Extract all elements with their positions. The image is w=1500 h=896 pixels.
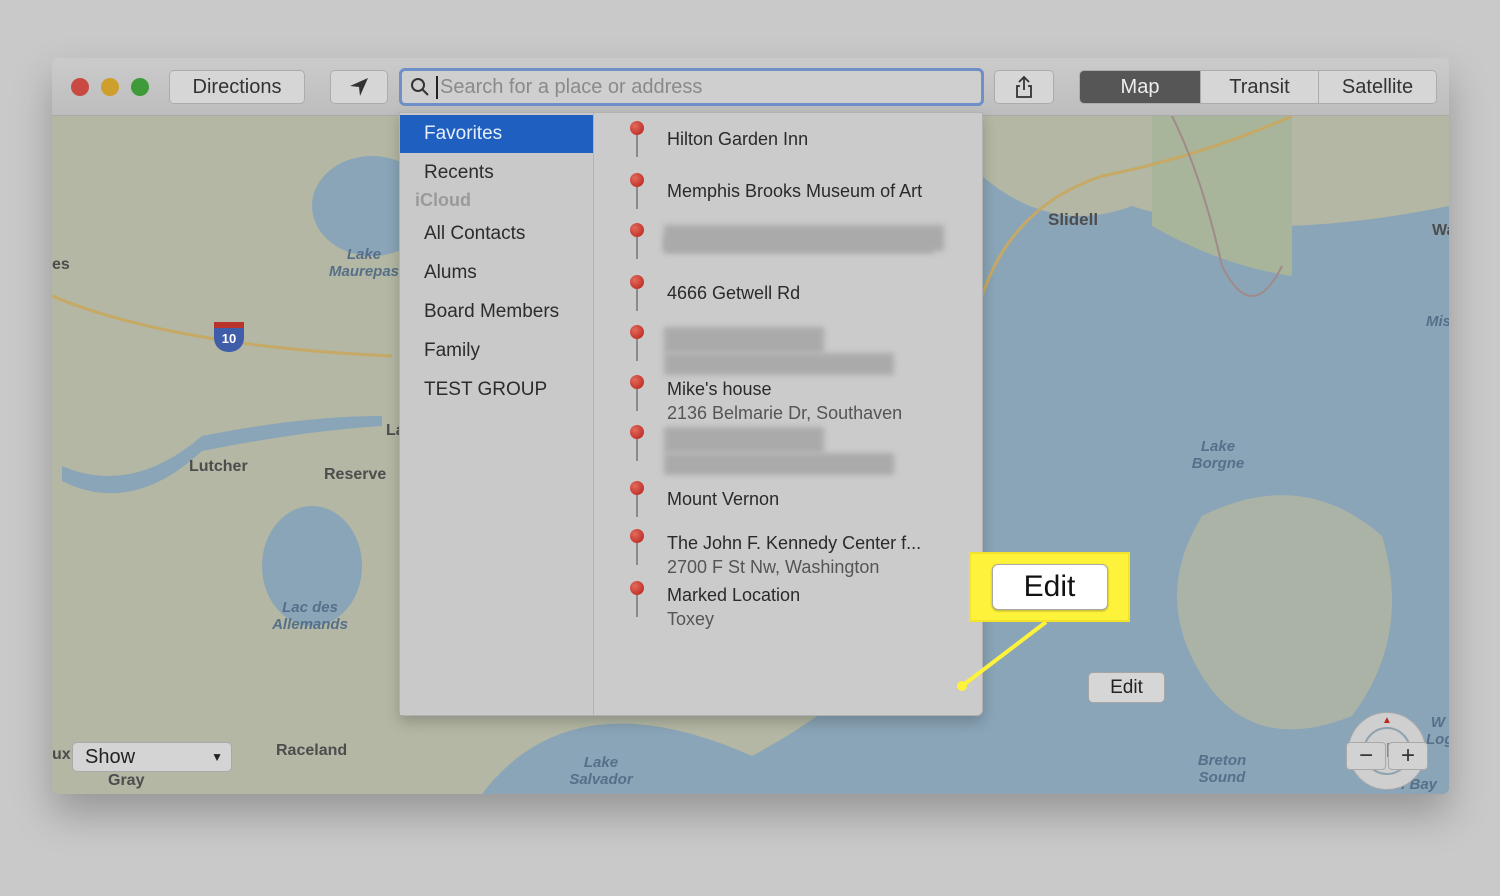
favorite-name: Memphis Brooks Museum of Art (667, 181, 923, 201)
place-label: Slidell (1048, 210, 1099, 229)
north-arrow-icon: ▲ (1382, 715, 1392, 726)
sidebar-item-family[interactable]: Family (400, 331, 593, 370)
sidebar-item-alums[interactable]: Alums (400, 253, 593, 292)
sidebar-item-board-members[interactable]: Board Members (400, 292, 593, 331)
favorite-name: Marked Location (667, 585, 801, 605)
search-field[interactable] (399, 68, 984, 106)
water-label: Lake Salvador (569, 754, 633, 788)
redacted-item (664, 353, 894, 375)
favorite-address: Toxey (667, 609, 715, 629)
search-input[interactable] (436, 75, 956, 99)
edit-callout: Edit (969, 552, 1130, 622)
sidebar-item-favorites[interactable]: Favorites (400, 115, 593, 153)
place-label: Lutcher (189, 458, 248, 475)
minimize-button[interactable] (101, 78, 119, 96)
tab-satellite[interactable]: Satellite (1318, 71, 1436, 103)
pin-icon (630, 121, 644, 157)
favorites-sidebar: Favorites Recents iCloud All Contacts Al… (400, 113, 594, 715)
place-label: Raceland (276, 742, 348, 759)
place-label: ux (52, 746, 71, 763)
share-icon (1016, 75, 1032, 98)
sidebar-item-test-group[interactable]: TEST GROUP (400, 370, 593, 409)
chevron-down-icon: ▼ (211, 750, 223, 764)
pin-icon (630, 425, 644, 461)
favorites-popover: Favorites Recents iCloud All Contacts Al… (399, 112, 1165, 716)
show-dropdown[interactable]: Show ▼ (72, 742, 232, 772)
share-button[interactable] (994, 70, 1054, 104)
favorite-name: The John F. Kennedy Center f... (667, 533, 922, 553)
favorites-list: Edit Hilton Garden Inn Memphis Brooks Mus… (594, 113, 1165, 715)
pin-icon (630, 375, 644, 411)
favorite-name: Hilton Garden Inn (667, 129, 809, 149)
search-icon (411, 78, 429, 96)
favorite-name: 4666 Getwell Rd (667, 283, 801, 303)
edit-button[interactable]: Edit (1088, 672, 1165, 703)
water-label: Lake Maurepas (328, 246, 400, 280)
place-label: Reserve (324, 466, 387, 483)
sidebar-item-all-contacts[interactable]: All Contacts (400, 214, 593, 253)
pin-icon (630, 223, 644, 259)
redacted-item (664, 427, 824, 453)
show-label: Show (85, 745, 136, 768)
tab-transit[interactable]: Transit (1200, 71, 1318, 103)
zoom-in-button[interactable]: + (1388, 742, 1428, 770)
zoom-button[interactable] (131, 78, 149, 96)
current-location-button[interactable] (330, 70, 388, 104)
pin-icon (630, 325, 644, 361)
map-type-segmented-control: Map Transit Satellite (1079, 70, 1437, 104)
water-label: Lake Borgne (1191, 438, 1245, 472)
redacted-item (664, 453, 894, 475)
toolbar: Directions Map Transit Satellite (52, 58, 1449, 116)
location-arrow-icon (350, 78, 368, 96)
favorite-name: Mike's house (667, 379, 772, 399)
directions-button[interactable]: Directions (169, 70, 305, 104)
pin-icon (630, 275, 644, 311)
pin-icon (630, 581, 644, 617)
place-label: Wa (1432, 222, 1449, 239)
place-label: es (52, 256, 70, 273)
pin-icon (630, 173, 644, 209)
pin-icon (630, 481, 644, 517)
favorite-address: 2700 F St Nw, Washington (667, 557, 880, 577)
tab-map[interactable]: Map (1080, 71, 1200, 103)
water-label: W Log (1426, 714, 1449, 748)
pin-icon (630, 529, 644, 565)
favorite-address: 2136 Belmarie Dr, Southaven (667, 403, 903, 423)
zoom-out-button[interactable]: − (1346, 742, 1386, 770)
place-label: Gray (108, 772, 145, 789)
water-label: Mis (1426, 313, 1449, 330)
favorite-name: Mount Vernon (667, 489, 780, 509)
redacted-item (664, 235, 934, 253)
close-button[interactable] (71, 78, 89, 96)
redacted-item (664, 327, 824, 353)
callout-edit-label: Edit (991, 564, 1108, 610)
interstate-shield: 10 (214, 322, 244, 352)
water-label: Breton Sound (1197, 752, 1247, 786)
icloud-header: iCloud (415, 189, 471, 210)
water-label: Lac des Allemands (272, 599, 348, 633)
